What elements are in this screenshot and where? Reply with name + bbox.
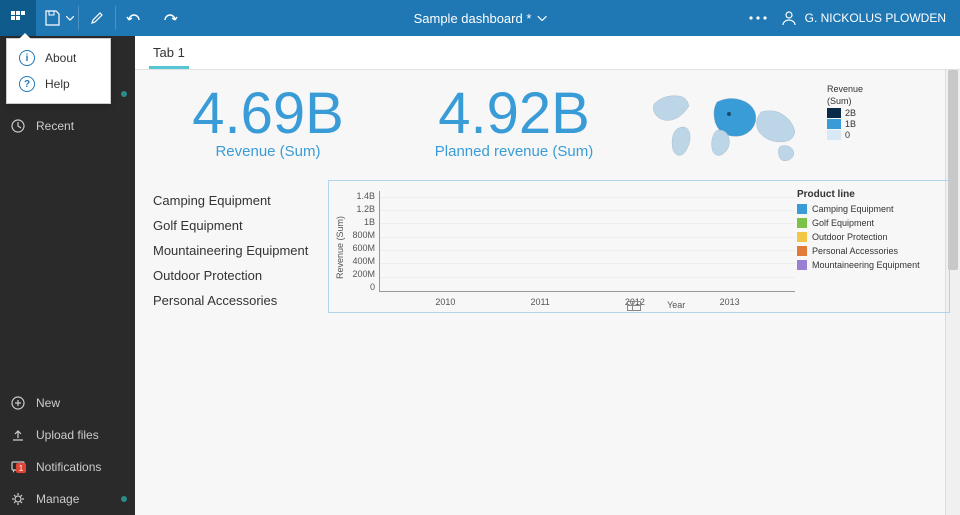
title-text: Sample dashboard * — [414, 11, 532, 26]
legend-swatch — [797, 204, 807, 214]
list-item[interactable]: Camping Equipment — [153, 188, 328, 213]
tab-1[interactable]: Tab 1 — [149, 37, 189, 69]
y-tick: 1.4B — [356, 191, 375, 201]
sidebar-label: New — [36, 396, 60, 410]
about-menu-item[interactable]: i About — [7, 45, 110, 71]
legend-swatch — [827, 119, 841, 129]
y-tick: 1B — [364, 217, 375, 227]
top-bar: Sample dashboard * G. NICKOLUS PLOWDEN i… — [0, 0, 960, 36]
chart-legend: Product line Camping Equipment Golf Equi… — [795, 185, 945, 310]
legend-swatch — [797, 218, 807, 228]
sidebar-item-recent[interactable]: Recent — [0, 110, 135, 142]
clock-icon — [10, 118, 26, 134]
sidebar-item-new[interactable]: New — [0, 387, 135, 419]
app-dropdown: i About ? Help — [6, 38, 111, 104]
legend-title: Product line — [797, 189, 943, 200]
upload-icon — [10, 427, 26, 443]
tab-bar: Tab 1 — [135, 36, 960, 70]
y-tick: 1.2B — [356, 204, 375, 214]
plot-area: 2010201120122013 — [379, 191, 795, 292]
redo-button[interactable] — [152, 0, 188, 36]
table-toggle-icon[interactable] — [627, 301, 641, 311]
legend-title: Revenue — [827, 84, 863, 94]
gear-icon — [10, 491, 26, 507]
chat-icon: 1 — [10, 459, 26, 475]
map-legend: Revenue (Sum) 2B 1B 0 — [827, 84, 863, 141]
sidebar-item-manage[interactable]: Manage — [0, 483, 135, 515]
legend-label: 2B — [845, 108, 856, 118]
legend-label: Personal Accessories — [812, 246, 898, 256]
x-tick: 2013 — [699, 297, 761, 307]
map-widget[interactable]: Revenue (Sum) 2B 1B 0 — [639, 84, 950, 174]
list-item[interactable]: Personal Accessories — [153, 288, 328, 313]
user-menu[interactable]: G. NICKOLUS PLOWDEN — [781, 10, 946, 26]
y-tick: 800M — [352, 230, 375, 240]
legend-label: Outdoor Protection — [812, 232, 888, 242]
sidebar-item-upload[interactable]: Upload files — [0, 419, 135, 451]
sidebar-label: Manage — [36, 492, 79, 506]
bar-chart[interactable]: Revenue (Sum) 1.4B 1.2B 1B 800M 600M 400… — [328, 180, 950, 313]
legend-label: Mountaineering Equipment — [812, 260, 920, 270]
y-tick: 200M — [352, 269, 375, 279]
kpi-label: Planned revenue (Sum) — [399, 143, 629, 160]
legend-swatch — [797, 232, 807, 242]
help-menu-item[interactable]: ? Help — [7, 71, 110, 97]
edit-button[interactable] — [79, 0, 115, 36]
sidebar-item-notifications[interactable]: 1 Notifications — [0, 451, 135, 483]
chevron-down-icon — [537, 16, 546, 21]
user-name: G. NICKOLUS PLOWDEN — [805, 11, 946, 25]
plus-icon — [10, 395, 26, 411]
user-icon — [781, 10, 797, 26]
x-tick: 2010 — [414, 297, 476, 307]
x-axis-label: Year — [667, 300, 685, 310]
legend-swatch — [827, 108, 841, 118]
y-tick: 0 — [370, 282, 375, 292]
sidebar-label: Notifications — [36, 460, 101, 474]
sidebar: ntent Team content Recent New Upload fil… — [0, 36, 135, 515]
dashboard-content: 4.69B Revenue (Sum) 4.92B Planned revenu… — [135, 70, 960, 515]
about-label: About — [45, 51, 76, 65]
y-tick: 400M — [352, 256, 375, 266]
legend-label: 1B — [845, 119, 856, 129]
notification-badge: 1 — [16, 463, 26, 473]
legend-label: Camping Equipment — [812, 204, 894, 214]
main-area: Tab 1 4.69B Revenue (Sum) 4.92B Planned … — [135, 36, 960, 515]
legend-swatch — [797, 246, 807, 256]
product-line-list[interactable]: Camping Equipment Golf Equipment Mountai… — [153, 180, 328, 313]
kpi-value: 4.69B — [153, 84, 383, 145]
help-label: Help — [45, 77, 70, 91]
save-chevron-icon[interactable] — [66, 16, 74, 21]
help-icon: ? — [19, 76, 35, 92]
legend-subtitle: (Sum) — [827, 96, 863, 106]
app-switcher-button[interactable] — [0, 0, 36, 36]
list-item[interactable]: Mountaineering Equipment — [153, 238, 328, 263]
undo-button[interactable] — [116, 0, 152, 36]
legend-swatch — [797, 260, 807, 270]
status-dot — [121, 91, 127, 97]
more-button[interactable] — [743, 0, 773, 36]
y-axis: 1.4B 1.2B 1B 800M 600M 400M 200M 0 — [347, 185, 379, 310]
info-icon: i — [19, 50, 35, 66]
legend-label: Golf Equipment — [812, 218, 874, 228]
status-dot — [121, 496, 127, 502]
list-item[interactable]: Outdoor Protection — [153, 263, 328, 288]
kpi-value: 4.92B — [399, 84, 629, 145]
sidebar-label: Recent — [36, 119, 74, 133]
world-map — [639, 84, 819, 174]
x-tick: 2011 — [509, 297, 571, 307]
kpi-label: Revenue (Sum) — [153, 143, 383, 160]
list-item[interactable]: Golf Equipment — [153, 213, 328, 238]
kpi-revenue[interactable]: 4.69B Revenue (Sum) — [153, 84, 383, 174]
tab-label: Tab 1 — [153, 45, 185, 60]
kpi-planned-revenue[interactable]: 4.92B Planned revenue (Sum) — [399, 84, 629, 174]
y-axis-label: Revenue (Sum) — [333, 185, 347, 310]
dashboard-title[interactable]: Sample dashboard * — [414, 11, 547, 26]
legend-label: 0 — [845, 130, 850, 140]
legend-swatch — [827, 130, 841, 140]
sidebar-label: Upload files — [36, 428, 99, 442]
y-tick: 600M — [352, 243, 375, 253]
